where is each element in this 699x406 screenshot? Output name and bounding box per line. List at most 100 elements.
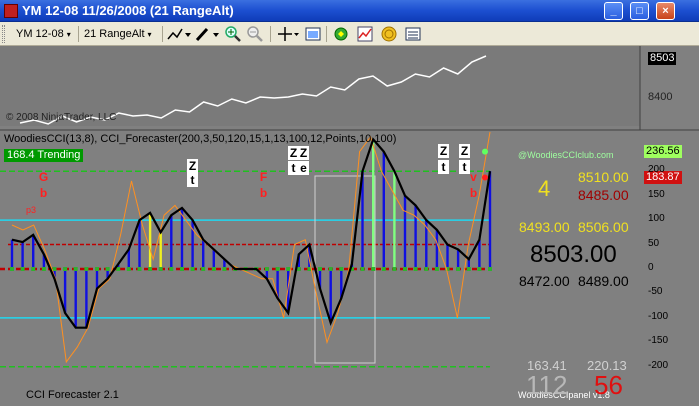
zero-line-marker <box>10 267 14 271</box>
cci-histogram-bar <box>95 269 99 289</box>
zero-line-marker <box>413 267 418 271</box>
strategy-icon[interactable] <box>332 25 350 43</box>
title-bar: YM 12-08 11/26/2008 (21 RangeAlt) _ □ × <box>0 0 699 22</box>
cci-histogram-bar <box>180 207 184 269</box>
signal-letter: b <box>39 186 48 200</box>
zero-line-marker <box>84 267 89 271</box>
zero-line-marker <box>137 267 142 271</box>
data-box-icon[interactable] <box>404 25 422 43</box>
footer-left-label: CCI Forecaster 2.1 <box>26 389 119 401</box>
zoom-in-icon[interactable] <box>224 25 242 43</box>
cci-axis-label: -150 <box>648 335 669 347</box>
cci-histogram-bar <box>414 205 417 269</box>
properties-icon[interactable] <box>304 25 322 43</box>
pattern-label: p3 <box>26 205 37 215</box>
signal-letter: t <box>187 173 198 187</box>
toolbar-separator <box>78 26 79 42</box>
panel-count: 4 <box>538 176 551 201</box>
drawing-tool-icon[interactable] <box>194 25 220 43</box>
chart-toolbar: YM 12-08 ▾ 21 RangeAlt ▾ <box>0 22 699 46</box>
cci-histogram-bar <box>382 151 385 269</box>
zero-line-marker <box>126 267 131 271</box>
zero-line-marker <box>477 267 482 271</box>
signal-letter: Z <box>459 144 470 158</box>
chart-area[interactable]: © 2008 NinjaTrader, LLC 8503 8400 Woodie… <box>0 46 699 406</box>
cci-histogram-bar <box>446 244 449 269</box>
zero-line-marker <box>169 267 174 271</box>
cci-histogram-bar <box>212 249 215 269</box>
cci-axis-label: 50 <box>648 237 660 249</box>
zero-line-marker <box>63 267 68 271</box>
cci-axis-label: -200 <box>648 359 669 371</box>
zero-line-marker <box>105 267 110 271</box>
chevron-down-icon: ▾ <box>147 30 152 39</box>
cci-histogram-bar <box>10 239 14 269</box>
zero-line-marker <box>371 267 376 271</box>
panel-value-1: 8510.00 <box>578 169 629 185</box>
signal-letter: e <box>298 161 309 175</box>
cci-histogram-bar <box>32 234 35 269</box>
zero-line-marker <box>360 267 365 271</box>
interval-selector[interactable]: 21 RangeAlt ▾ <box>80 25 160 43</box>
zero-line-marker <box>434 267 439 271</box>
app-icon <box>4 4 18 18</box>
zero-line-marker <box>381 267 386 271</box>
zero-line-marker <box>466 267 471 271</box>
zoom-out-icon[interactable] <box>246 25 264 43</box>
panel-bottom-right-big: 56 <box>594 370 623 400</box>
cci-histogram-bar <box>85 269 88 328</box>
cci-histogram-bar <box>488 171 492 269</box>
panel-price: 8503.00 <box>530 241 617 268</box>
cci-histogram-bar <box>435 229 439 269</box>
toolbar-separator <box>270 26 271 42</box>
trending-badge: 168.4 Trending <box>4 149 84 162</box>
panel-bottom-left-big: 112 <box>526 370 568 400</box>
maximize-button[interactable]: □ <box>630 2 649 20</box>
zero-line-marker <box>392 267 397 271</box>
signal-letter: Z <box>298 146 309 160</box>
cci-histogram-bar <box>329 269 332 323</box>
zero-line-marker <box>264 267 269 271</box>
panel-value-3: 8493.00 <box>519 219 570 235</box>
cci-axis-label: -100 <box>648 310 669 322</box>
price-axis-label: 8400 <box>648 91 673 103</box>
zero-line-marker <box>190 267 195 271</box>
cci-histogram-bar <box>159 232 162 269</box>
zero-line-marker <box>158 267 163 271</box>
signal-letter: G <box>38 170 49 184</box>
window-title: YM 12-08 11/26/2008 (21 RangeAlt) <box>22 3 234 18</box>
interval-label: 21 RangeAlt <box>84 28 145 40</box>
instrument-selector[interactable]: YM 12-08 ▾ <box>12 25 78 43</box>
cci-histogram-bar <box>403 195 407 269</box>
cci-axis-label: -50 <box>648 286 663 298</box>
cci-axis-label: 0 <box>648 262 654 273</box>
zero-line-marker <box>456 267 461 271</box>
signal-letter: Z <box>438 144 449 158</box>
zero-line-marker <box>41 267 46 271</box>
signal-letter: Z <box>187 159 198 173</box>
cci-histogram-bar <box>74 269 77 328</box>
zero-line-marker <box>180 267 184 271</box>
zero-line-marker <box>95 267 99 271</box>
indicator-icon[interactable] <box>356 25 374 43</box>
coin-icon[interactable] <box>380 25 398 43</box>
chevron-down-icon: ▾ <box>66 30 71 39</box>
cci-histogram-bar <box>393 171 396 269</box>
zero-line-marker <box>275 267 280 271</box>
signal-letter: F <box>259 170 268 184</box>
chart-style-icon[interactable] <box>166 25 192 43</box>
cci-histogram-bar <box>372 139 375 269</box>
indicator-value-green: 236.56 <box>644 145 682 158</box>
signal-letter: b <box>469 186 478 200</box>
close-button[interactable]: × <box>656 2 675 20</box>
zero-line-marker <box>318 267 322 271</box>
cci-axis-label: 200 <box>648 164 665 176</box>
minimize-button[interactable]: _ <box>604 2 623 20</box>
zero-line-marker <box>20 267 25 271</box>
cci-histogram-bar <box>202 239 205 269</box>
zero-line-marker <box>488 267 492 271</box>
toolbar-separator <box>326 26 327 42</box>
price-axis-current: 8503 <box>648 52 677 65</box>
crosshair-icon[interactable] <box>276 25 300 43</box>
cci-histogram-bar <box>456 249 460 269</box>
